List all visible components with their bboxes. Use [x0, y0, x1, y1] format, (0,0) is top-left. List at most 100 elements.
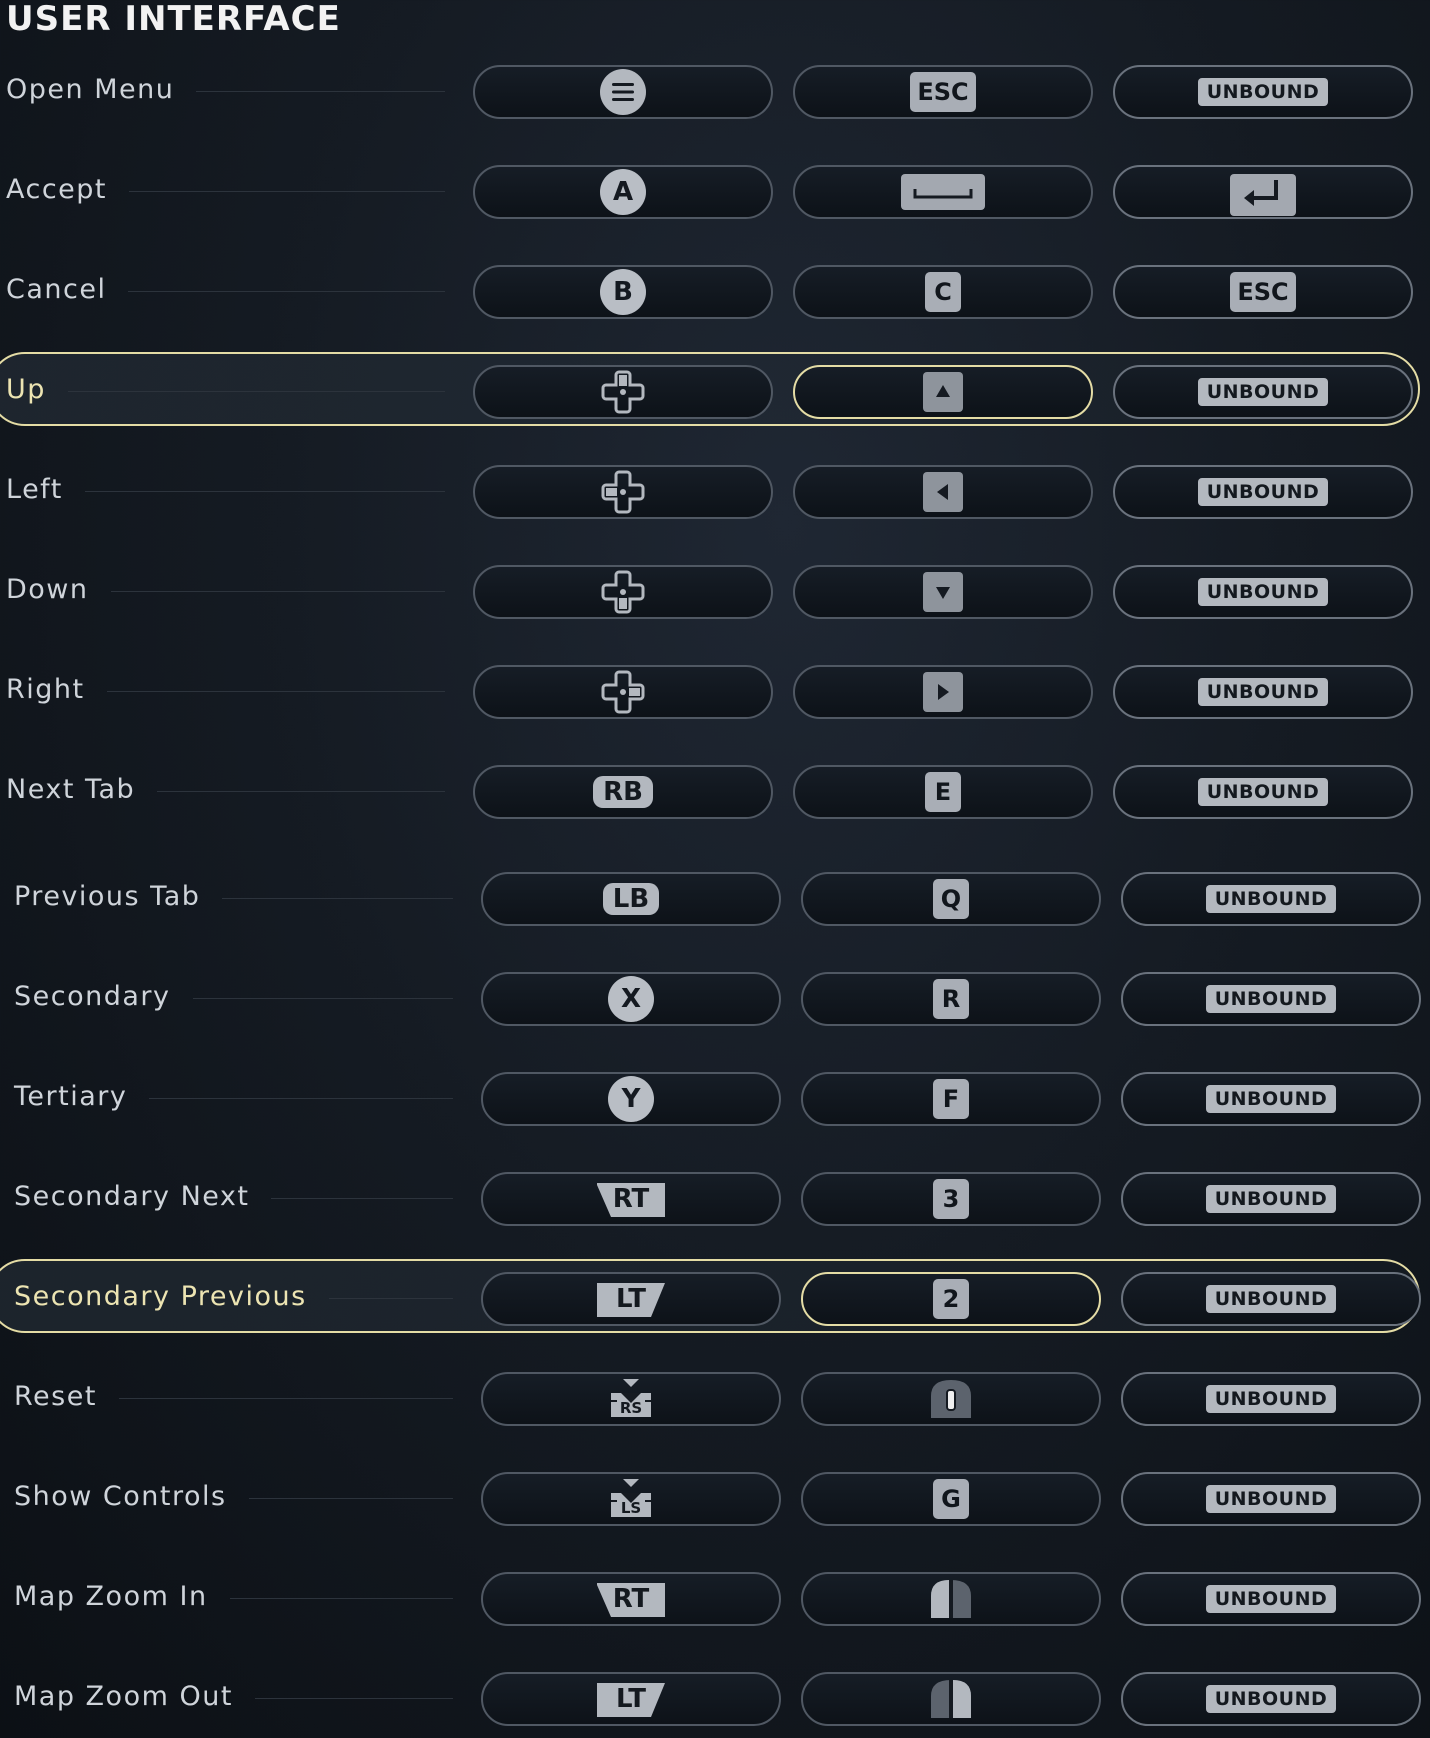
- alt-binding-slot[interactable]: UNBOUND: [1121, 1572, 1421, 1626]
- controller-binding-slot[interactable]: LT: [481, 1272, 781, 1326]
- unbound-badge: UNBOUND: [1205, 1085, 1337, 1113]
- leader-line: [84, 491, 445, 492]
- keyboard-binding-slot[interactable]: R: [801, 972, 1101, 1026]
- keyboard-binding-slot[interactable]: G: [801, 1472, 1101, 1526]
- action-label: Secondary Previous: [14, 1281, 307, 1312]
- keyboard-binding-slot[interactable]: 3: [801, 1172, 1101, 1226]
- controller-binding-slot[interactable]: A: [473, 165, 773, 219]
- controller-binding-slot[interactable]: RT: [481, 1172, 781, 1226]
- keyboard-binding-slot[interactable]: ESC: [793, 65, 1093, 119]
- action-label: Left: [6, 474, 63, 505]
- keyboard-binding-slot[interactable]: [801, 1572, 1101, 1626]
- binding-row-map-zoom-in[interactable]: Map Zoom In RT UNBOUND: [8, 1559, 1430, 1635]
- controller-binding-slot[interactable]: [473, 565, 773, 619]
- alt-binding-slot[interactable]: UNBOUND: [1121, 1472, 1421, 1526]
- leader-line: [149, 1098, 453, 1099]
- binding-row-accept[interactable]: Accept A: [0, 152, 1430, 228]
- keyboard-binding-slot[interactable]: [793, 165, 1093, 219]
- controller-binding-slot[interactable]: LB: [481, 872, 781, 926]
- keyboard-binding-slot[interactable]: F: [801, 1072, 1101, 1126]
- leader-line: [157, 791, 445, 792]
- alt-binding-slot[interactable]: UNBOUND: [1121, 1172, 1421, 1226]
- leader-line: [118, 1398, 453, 1399]
- alt-binding-slot[interactable]: UNBOUND: [1121, 1272, 1421, 1326]
- action-label: Next Tab: [6, 774, 136, 805]
- dpad-left-icon: [599, 468, 647, 516]
- alt-binding-slot[interactable]: UNBOUND: [1113, 65, 1413, 119]
- keyboard-binding-slot[interactable]: C: [793, 265, 1093, 319]
- controller-binding-slot[interactable]: [473, 65, 773, 119]
- alt-binding-slot[interactable]: UNBOUND: [1113, 665, 1413, 719]
- alt-binding-slot[interactable]: UNBOUND: [1113, 365, 1413, 419]
- unbound-badge: UNBOUND: [1197, 778, 1329, 806]
- binding-row-secondary-previous[interactable]: Secondary Previous LT 2 UNBOUND: [0, 1259, 1430, 1335]
- binding-row-down[interactable]: Down UNBOUND: [0, 552, 1430, 628]
- controller-binding-slot[interactable]: X: [481, 972, 781, 1026]
- alt-binding-slot[interactable]: UNBOUND: [1121, 1072, 1421, 1126]
- key-esc-icon: ESC: [910, 72, 976, 112]
- binding-row-open-menu[interactable]: Open Menu ESC UNBOUND: [0, 52, 1430, 128]
- alt-binding-slot[interactable]: ESC: [1113, 265, 1413, 319]
- action-label: Previous Tab: [14, 881, 201, 912]
- alt-binding-slot[interactable]: UNBOUND: [1121, 1372, 1421, 1426]
- face-button-y-icon: Y: [608, 1076, 654, 1122]
- controller-binding-slot[interactable]: [473, 365, 773, 419]
- stick-rs-icon: RS: [607, 1377, 655, 1421]
- trigger-label: RT: [612, 1584, 650, 1614]
- controller-binding-slot[interactable]: [473, 465, 773, 519]
- mouse-left-button-icon: [927, 1576, 975, 1622]
- binding-row-previous-tab[interactable]: Previous Tab LB Q UNBOUND: [8, 859, 1430, 935]
- unbound-badge: UNBOUND: [1205, 1285, 1337, 1313]
- binding-row-next-tab[interactable]: Next Tab RB E UNBOUND: [0, 752, 1430, 828]
- unbound-badge: UNBOUND: [1197, 378, 1329, 406]
- bumper-rb-icon: RB: [593, 776, 653, 808]
- alt-binding-slot[interactable]: UNBOUND: [1113, 565, 1413, 619]
- alt-binding-slot[interactable]: [1113, 165, 1413, 219]
- keyboard-binding-slot[interactable]: E: [793, 765, 1093, 819]
- arrow-left-key-icon: [923, 472, 963, 512]
- binding-row-cancel[interactable]: Cancel B C ESC: [0, 252, 1430, 328]
- alt-binding-slot[interactable]: UNBOUND: [1113, 465, 1413, 519]
- binding-row-secondary[interactable]: Secondary X R UNBOUND: [8, 959, 1430, 1035]
- controller-binding-slot[interactable]: RB: [473, 765, 773, 819]
- keyboard-binding-slot[interactable]: [801, 1372, 1101, 1426]
- controller-binding-slot[interactable]: RT: [481, 1572, 781, 1626]
- controller-binding-slot[interactable]: Y: [481, 1072, 781, 1126]
- leader-line: [106, 691, 445, 692]
- alt-binding-slot[interactable]: UNBOUND: [1121, 1672, 1421, 1726]
- unbound-badge: UNBOUND: [1205, 1685, 1337, 1713]
- trigger-label: LT: [616, 1284, 646, 1314]
- action-label: Accept: [6, 174, 108, 205]
- unbound-badge: UNBOUND: [1205, 1585, 1337, 1613]
- action-label: Up: [6, 374, 46, 405]
- alt-binding-slot[interactable]: UNBOUND: [1121, 972, 1421, 1026]
- keyboard-binding-slot[interactable]: [793, 365, 1093, 419]
- unbound-badge: UNBOUND: [1205, 1485, 1337, 1513]
- keyboard-binding-slot[interactable]: [793, 565, 1093, 619]
- binding-row-left[interactable]: Left UNBOUND: [0, 452, 1430, 528]
- keyboard-binding-slot[interactable]: 2: [801, 1272, 1101, 1326]
- controller-binding-slot[interactable]: LS: [481, 1472, 781, 1526]
- binding-row-right[interactable]: Right UNBOUND: [0, 652, 1430, 728]
- alt-binding-slot[interactable]: UNBOUND: [1121, 872, 1421, 926]
- face-button-x-icon: X: [608, 976, 654, 1022]
- keyboard-binding-slot[interactable]: Q: [801, 872, 1101, 926]
- binding-row-secondary-next[interactable]: Secondary Next RT 3 UNBOUND: [8, 1159, 1430, 1235]
- binding-row-show-controls[interactable]: Show Controls LS G UNBOUND: [8, 1459, 1430, 1535]
- alt-binding-slot[interactable]: UNBOUND: [1113, 765, 1413, 819]
- controller-binding-slot[interactable]: [473, 665, 773, 719]
- controller-binding-slot[interactable]: LT: [481, 1672, 781, 1726]
- action-label: Down: [6, 574, 89, 605]
- keyboard-binding-slot[interactable]: [801, 1672, 1101, 1726]
- action-label: Secondary Next: [14, 1181, 250, 1212]
- binding-row-tertiary[interactable]: Tertiary Y F UNBOUND: [8, 1059, 1430, 1135]
- controller-binding-slot[interactable]: B: [473, 265, 773, 319]
- binding-row-map-zoom-out[interactable]: Map Zoom Out LT UNBOUND: [8, 1659, 1430, 1735]
- leader-line: [254, 1698, 453, 1699]
- controller-binding-slot[interactable]: RS: [481, 1372, 781, 1426]
- keyboard-binding-slot[interactable]: [793, 665, 1093, 719]
- dpad-down-icon: [599, 568, 647, 616]
- keyboard-binding-slot[interactable]: [793, 465, 1093, 519]
- binding-row-up[interactable]: Up UNBOUND: [0, 352, 1430, 428]
- binding-row-reset[interactable]: Reset RS UNBOUND: [8, 1359, 1430, 1435]
